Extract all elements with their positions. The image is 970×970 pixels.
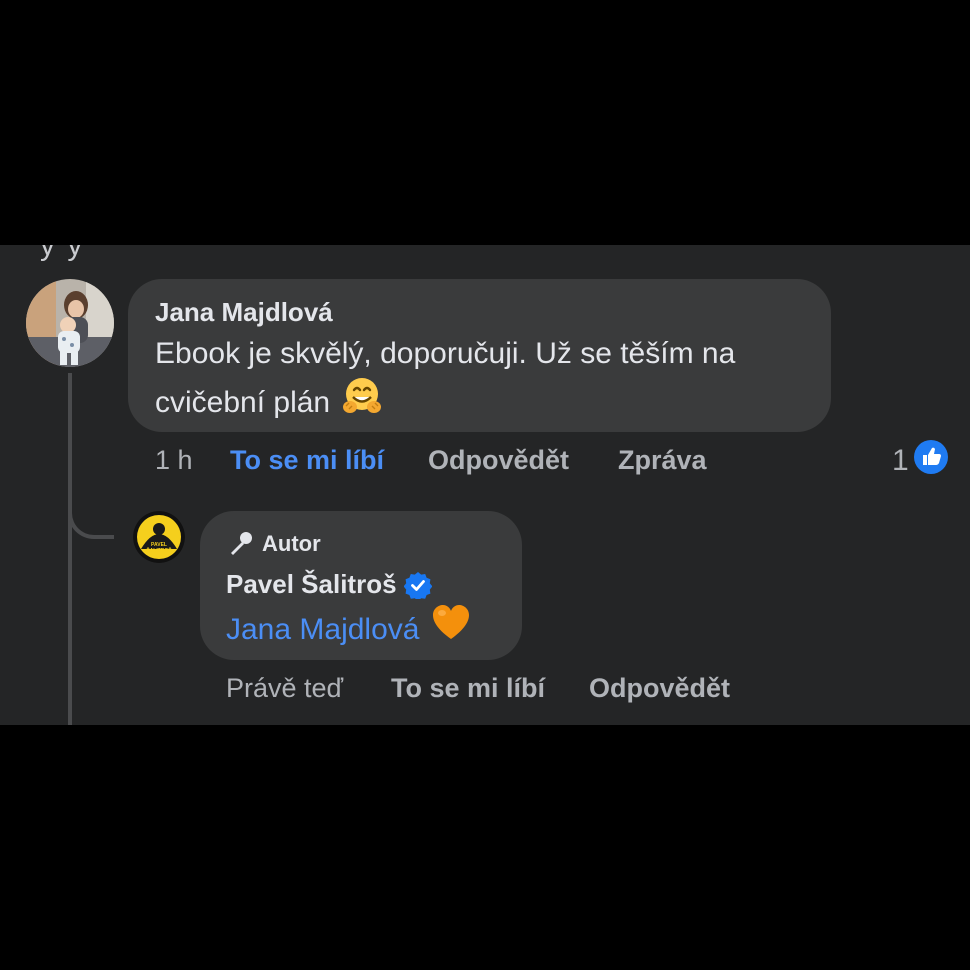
reply-author-name[interactable]: Pavel Šalitroš xyxy=(226,569,397,600)
thread-branch xyxy=(68,487,114,539)
reply-like-button[interactable]: To se mi líbí xyxy=(391,673,545,704)
verified-badge-icon xyxy=(403,571,432,599)
comment-text-line-1: Ebook je skvělý, doporučuji. Už se těším… xyxy=(155,337,736,370)
reply-author-row: Pavel Šalitroš xyxy=(226,569,432,600)
orange-heart-icon xyxy=(431,603,471,656)
reaction-summary[interactable]: 1 xyxy=(892,439,949,483)
like-button[interactable]: To se mi líbí xyxy=(230,445,384,476)
like-reaction-icon xyxy=(913,439,949,483)
reply-text-row: Jana Majdlová xyxy=(226,603,471,656)
microphone-icon xyxy=(226,530,254,558)
reply-timestamp[interactable]: Právě teď xyxy=(226,673,343,704)
hugging-face-icon xyxy=(342,376,382,429)
author-badge-label: Autor xyxy=(262,531,321,556)
comment-author-name[interactable]: Jana Majdlová xyxy=(155,297,333,328)
thread-line xyxy=(68,373,72,725)
previous-comment-fragment: y y xyxy=(40,245,85,262)
avatar-photo xyxy=(26,279,114,367)
author-badge: Autor xyxy=(226,529,321,559)
reply-button[interactable]: Odpovědět xyxy=(428,445,569,476)
avatar[interactable] xyxy=(26,279,114,367)
author-avatar[interactable]: PAVEL ŠALITROŠ xyxy=(133,511,185,563)
reaction-count: 1 xyxy=(892,444,909,477)
author-avatar-logo: PAVEL ŠALITROŠ xyxy=(133,511,185,563)
reply-reply-button[interactable]: Odpovědět xyxy=(589,673,730,704)
comment-text-line-2-row: cvičební plán xyxy=(155,376,382,429)
screenshot: y y Jana Majdlová Ebook je skvělý, dopor… xyxy=(0,0,970,970)
comments-panel: y y Jana Majdlová Ebook je skvělý, dopor… xyxy=(0,245,970,725)
mention-link[interactable]: Jana Majdlová xyxy=(226,608,419,652)
message-button[interactable]: Zpráva xyxy=(618,445,707,476)
comment-text-line-2: cvičební plán xyxy=(155,385,331,419)
avatar-text-line-2: ŠALITROŠ xyxy=(146,546,172,554)
comment-timestamp[interactable]: 1 h xyxy=(155,445,193,476)
